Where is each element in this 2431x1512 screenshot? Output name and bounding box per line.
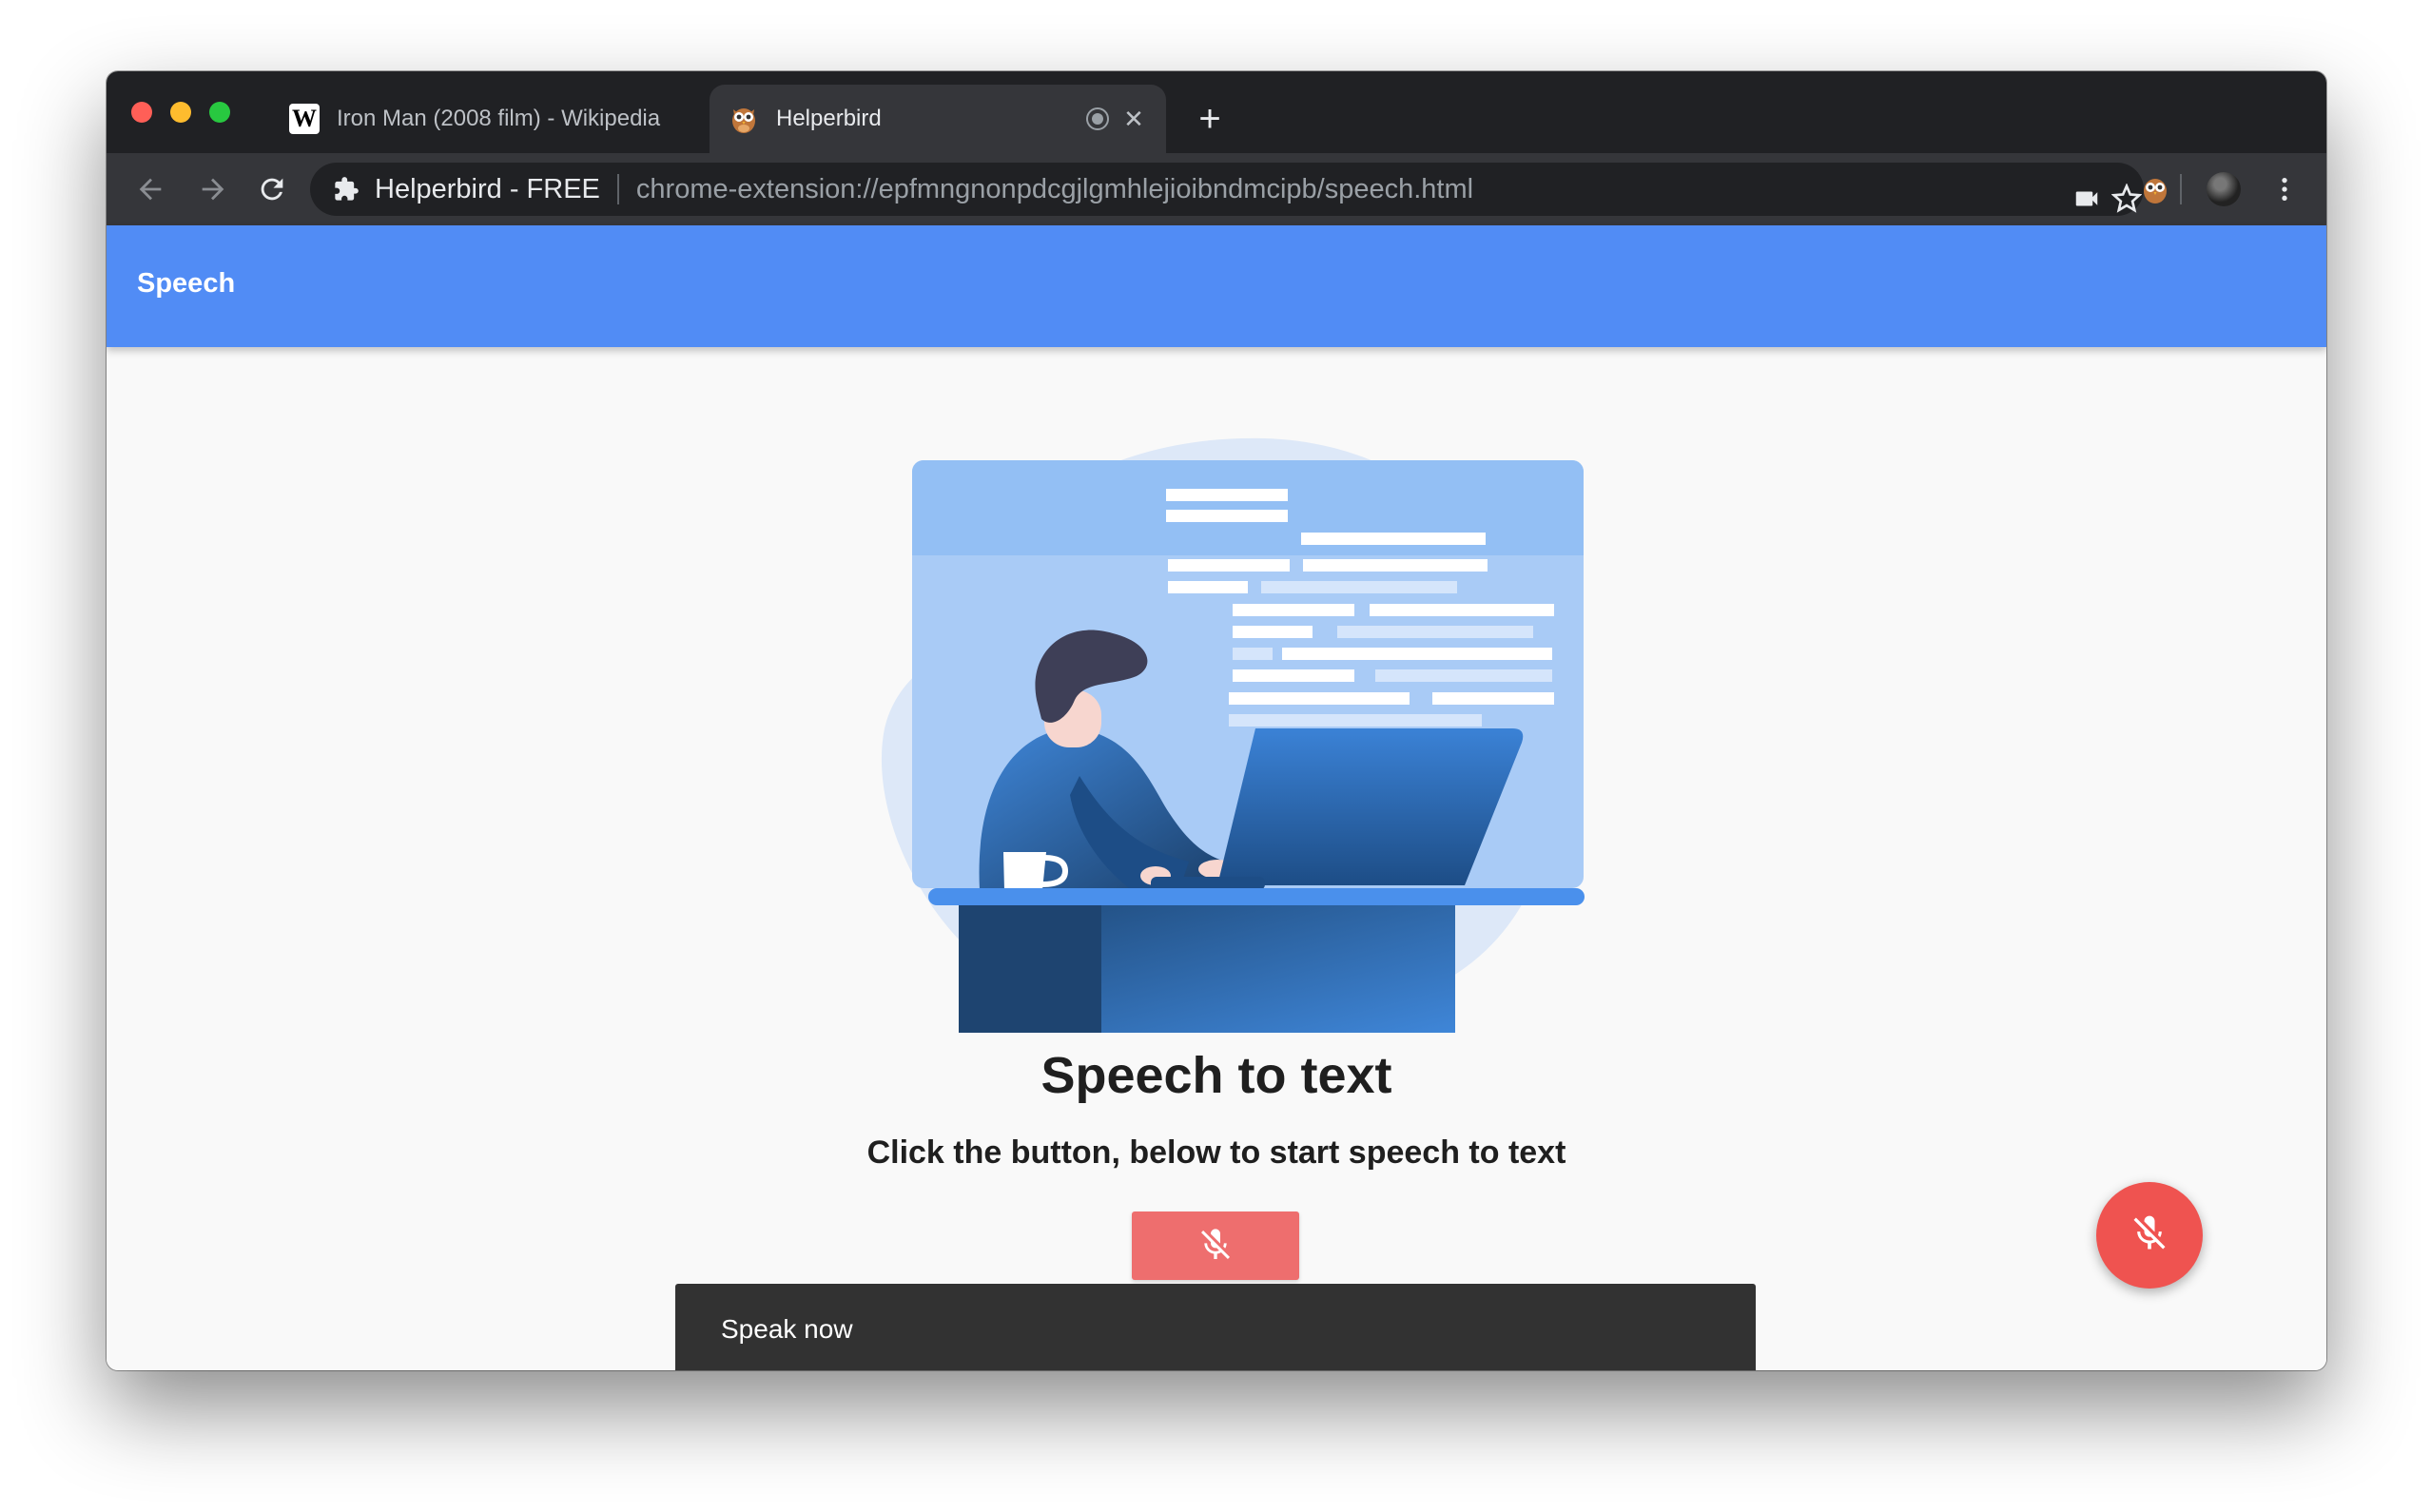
toolbar-divider [2180, 174, 2182, 204]
address-bar[interactable]: Helperbird - FREE chrome-extension://epf… [310, 163, 2144, 216]
back-arrow-icon[interactable] [131, 170, 169, 208]
puzzle-icon [331, 174, 361, 204]
recording-icon [1086, 107, 1109, 130]
snackbar-message: Speak now [721, 1314, 853, 1344]
new-tab-button[interactable]: + [1191, 100, 1229, 138]
app-bar-title: Speech [137, 268, 236, 299]
page-heading: Speech to text [1040, 1047, 1392, 1104]
wikipedia-icon: W [289, 104, 320, 134]
more-vert-icon[interactable] [2266, 170, 2304, 208]
profile-avatar[interactable] [2207, 172, 2241, 206]
close-tab-icon[interactable]: ✕ [1117, 102, 1151, 136]
mic-off-icon [1196, 1226, 1235, 1267]
tab-title: Iron Man (2008 film) - Wikipedia [337, 106, 661, 131]
owl-icon [729, 104, 759, 134]
omnibox-divider [616, 174, 619, 204]
site-label: Helperbird - FREE [375, 173, 600, 204]
minimize-window-button[interactable] [170, 102, 191, 123]
helperbird-extension-icon[interactable] [2136, 170, 2174, 208]
maximize-window-button[interactable] [209, 102, 230, 123]
reload-icon[interactable] [253, 170, 291, 208]
tab-helperbird[interactable]: Helperbird ✕ [710, 85, 1166, 153]
main-content: Speech to text Click the button, below t… [107, 347, 2326, 1370]
start-speech-button[interactable] [1132, 1212, 1299, 1280]
tab-title: Helperbird [776, 106, 882, 131]
tab-strip: W Iron Man (2008 film) - Wikipedia ✕ [107, 71, 2326, 153]
browser-toolbar: Helperbird - FREE chrome-extension://epf… [107, 153, 2326, 225]
close-window-button[interactable] [131, 102, 152, 123]
camera-icon[interactable] [2068, 172, 2106, 225]
page-subheading: Click the button, below to start speech … [866, 1134, 1566, 1171]
browser-window: W Iron Man (2008 film) - Wikipedia ✕ [107, 71, 2326, 1370]
url-text[interactable]: chrome-extension://epfmngnonpdcgjlgmhlej… [636, 174, 1473, 205]
forward-arrow-icon[interactable] [194, 170, 232, 208]
mic-fab-button[interactable] [2096, 1182, 2203, 1289]
speech-illustration [881, 437, 1585, 1033]
mic-off-icon [2129, 1212, 2170, 1259]
snackbar: Speak now [675, 1284, 1756, 1370]
app-bar: Speech [107, 225, 2326, 347]
